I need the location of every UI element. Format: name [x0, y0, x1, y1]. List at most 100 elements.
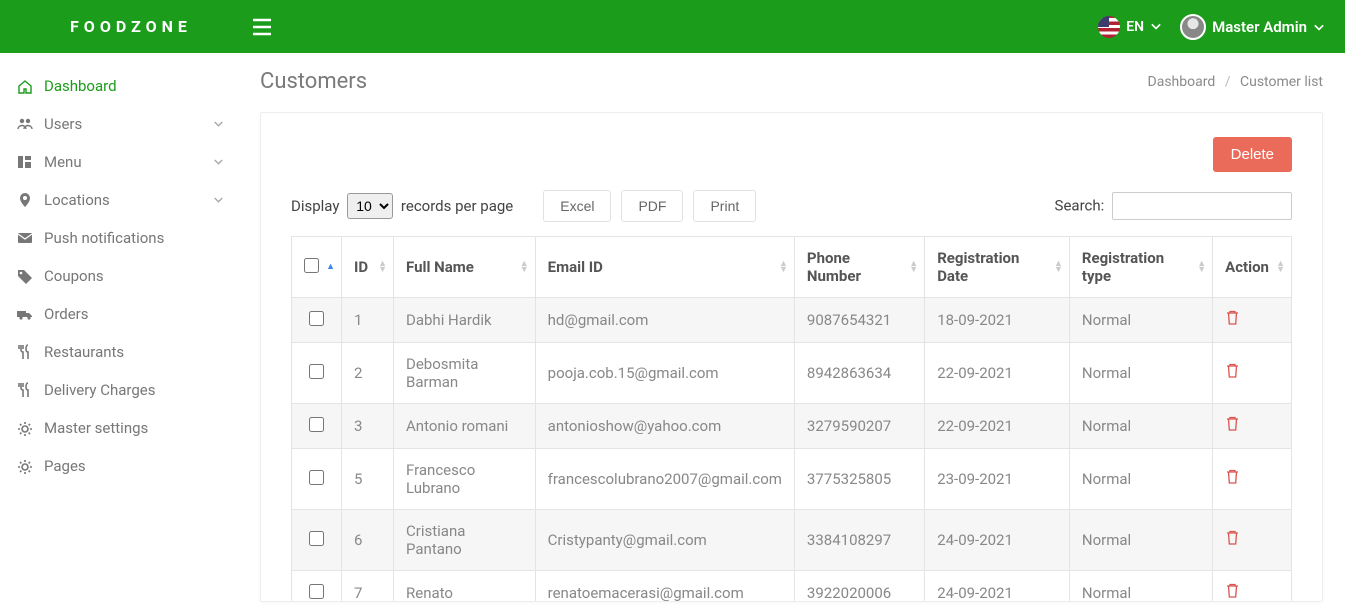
cell-name: Francesco Lubrano: [394, 449, 536, 510]
col-reg-type[interactable]: Registration type▲▼: [1069, 237, 1212, 298]
cell-email: francescolubrano2007@gmail.com: [535, 449, 794, 510]
row-checkbox[interactable]: [309, 311, 324, 326]
sidebar-item-label: Pages: [44, 457, 224, 475]
chevron-down-icon: [213, 193, 224, 207]
breadcrumb-root[interactable]: Dashboard: [1148, 74, 1216, 90]
cell-type: Normal: [1069, 343, 1212, 404]
cell-email: pooja.cob.15@gmail.com: [535, 343, 794, 404]
username-label: Master Admin: [1212, 18, 1307, 36]
sidebar-item-label: Push notifications: [44, 229, 224, 247]
cell-id: 6: [342, 510, 394, 571]
row-checkbox[interactable]: [309, 531, 324, 546]
cell-type: Normal: [1069, 449, 1212, 510]
row-checkbox[interactable]: [309, 584, 324, 599]
export-excel-button[interactable]: Excel: [543, 190, 611, 222]
page-size-control: Display 10 records per page: [291, 193, 513, 219]
delete-row-button[interactable]: [1225, 583, 1240, 599]
row-checkbox[interactable]: [309, 417, 324, 432]
cell-email: renatoemacerasi@gmail.com: [535, 571, 794, 603]
mail-icon: [16, 230, 44, 246]
col-id[interactable]: ID▲▼: [342, 237, 394, 298]
gear-icon: [16, 420, 44, 436]
tag-icon: [16, 268, 44, 284]
sidebar-item-users[interactable]: Users: [0, 105, 244, 143]
chevron-down-icon: [213, 117, 224, 131]
delete-row-button[interactable]: [1225, 363, 1240, 379]
cell-date: 18-09-2021: [925, 298, 1070, 343]
sidebar-item-push-notifications[interactable]: Push notifications: [0, 219, 244, 257]
users-icon: [16, 116, 44, 132]
sidebar-item-pages[interactable]: Pages: [0, 447, 244, 485]
row-checkbox[interactable]: [309, 364, 324, 379]
sidebar-item-master-settings[interactable]: Master settings: [0, 409, 244, 447]
cell-id: 3: [342, 404, 394, 449]
menu-icon: [16, 154, 44, 170]
display-prefix: Display: [291, 197, 339, 215]
sidebar-item-label: Dashboard: [44, 77, 224, 95]
table-row: 2 Debosmita Barman pooja.cob.15@gmail.co…: [292, 343, 1292, 404]
print-button[interactable]: Print: [693, 190, 756, 222]
sidebar-item-label: Master settings: [44, 419, 224, 437]
sidebar-item-locations[interactable]: Locations: [0, 181, 244, 219]
sidebar-item-label: Restaurants: [44, 343, 224, 361]
table-row: 7 Renato renatoemacerasi@gmail.com 39220…: [292, 571, 1292, 603]
cell-id: 2: [342, 343, 394, 404]
cell-id: 5: [342, 449, 394, 510]
fork-icon: [16, 382, 44, 398]
cell-phone: 3384108297: [794, 510, 924, 571]
topbar: FOODZONE EN Master Admin: [0, 0, 1345, 53]
menu-toggle-button[interactable]: [252, 18, 272, 36]
search-input[interactable]: [1112, 192, 1292, 220]
avatar-icon: [1180, 14, 1206, 40]
sidebar-item-delivery-charges[interactable]: Delivery Charges: [0, 371, 244, 409]
page-size-select[interactable]: 10: [347, 193, 393, 219]
cell-phone: 3775325805: [794, 449, 924, 510]
col-reg-date[interactable]: Registration Date▲▼: [925, 237, 1070, 298]
main-content: Customers Dashboard / Customer list Dele…: [244, 53, 1345, 602]
col-email[interactable]: Email ID▲▼: [535, 237, 794, 298]
content-card: Delete Display 10 records per page Excel…: [260, 112, 1323, 602]
delete-row-button[interactable]: [1225, 310, 1240, 326]
sidebar-item-menu[interactable]: Menu: [0, 143, 244, 181]
cell-date: 23-09-2021: [925, 449, 1070, 510]
sidebar-item-label: Menu: [44, 153, 213, 171]
delete-row-button[interactable]: [1225, 530, 1240, 546]
breadcrumb: Dashboard / Customer list: [1148, 74, 1323, 90]
language-label: EN: [1126, 19, 1144, 35]
cell-email: Cristypanty@gmail.com: [535, 510, 794, 571]
col-full-name[interactable]: Full Name▲▼: [394, 237, 536, 298]
cell-phone: 3922020006: [794, 571, 924, 603]
cell-date: 24-09-2021: [925, 571, 1070, 603]
select-all-checkbox[interactable]: [304, 258, 319, 273]
cell-type: Normal: [1069, 571, 1212, 603]
user-menu[interactable]: Master Admin: [1180, 14, 1325, 40]
chevron-down-icon: [1313, 18, 1325, 36]
col-select[interactable]: ▲: [292, 237, 342, 298]
col-phone[interactable]: Phone Number▲▼: [794, 237, 924, 298]
sidebar-item-dashboard[interactable]: Dashboard: [0, 67, 244, 105]
customers-table: ▲ ID▲▼ Full Name▲▼ Email ID▲▼ Phone Numb…: [291, 236, 1292, 602]
brand-logo: FOODZONE: [70, 17, 192, 36]
fork-icon: [16, 344, 44, 360]
row-checkbox[interactable]: [309, 470, 324, 485]
sidebar-item-orders[interactable]: Orders: [0, 295, 244, 333]
delete-button[interactable]: Delete: [1213, 137, 1292, 172]
cell-type: Normal: [1069, 298, 1212, 343]
sidebar-item-label: Users: [44, 115, 213, 133]
col-action[interactable]: Action▲▼: [1213, 237, 1292, 298]
table-row: 6 Cristiana Pantano Cristypanty@gmail.co…: [292, 510, 1292, 571]
cell-phone: 3279590207: [794, 404, 924, 449]
flag-icon: [1098, 16, 1120, 38]
cell-name: Renato: [394, 571, 536, 603]
sidebar-item-label: Orders: [44, 305, 224, 323]
cell-type: Normal: [1069, 510, 1212, 571]
delete-row-button[interactable]: [1225, 469, 1240, 485]
sidebar-item-coupons[interactable]: Coupons: [0, 257, 244, 295]
sidebar-item-restaurants[interactable]: Restaurants: [0, 333, 244, 371]
cell-name: Cristiana Pantano: [394, 510, 536, 571]
cell-name: Antonio romani: [394, 404, 536, 449]
delete-row-button[interactable]: [1225, 416, 1240, 432]
export-pdf-button[interactable]: PDF: [621, 190, 683, 222]
language-switcher[interactable]: EN: [1098, 16, 1162, 38]
cell-phone: 8942863634: [794, 343, 924, 404]
